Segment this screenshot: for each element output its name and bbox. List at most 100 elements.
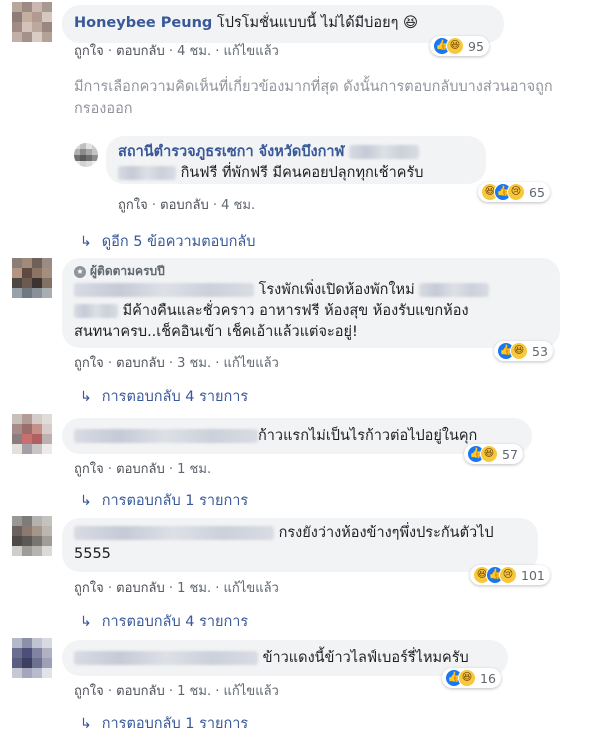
separator: · [168,684,174,699]
timestamp[interactable]: 1 ชม. [177,462,211,477]
replies-link[interactable]: ↳ การตอบกลับ 4 รายการ [80,610,248,633]
comment-bubble: กรงยังว่างห้องข้างๆพึ่งประกันตัวไป 5555 [62,518,538,572]
reaction-summary[interactable]: 😆 👍 😢 101 [470,565,550,585]
comment-text: โปรโมชั่นแบบนี้ ไม่ได้มีบ่อยๆ 😆 [216,15,419,31]
edited-label[interactable]: แก้ไขแล้ว [224,356,279,371]
comment-bubble: ก้าวแรกไม่เป็นไรก้าวต่อไปอยู่ในคุก [62,418,532,454]
comment-bubble: ★ ผู้ติดตามครบปี โรงพักเพิ่งเปิดห้องพักให… [62,258,560,348]
comment-text: กินฟรี ที่พักฟรี มีคนคอยปลุกทุกเช้าครับ [180,165,424,181]
view-more-replies-link[interactable]: ↳ ดูอีก 5 ข้อความตอบกลับ [80,230,255,253]
avatar[interactable] [12,258,52,298]
like-link[interactable]: ถูกใจ [74,356,104,371]
comment-actions: ถูกใจ · ตอบกลับ · 1 ชม. [74,458,211,479]
reply-link[interactable]: ตอบกลับ [116,356,165,371]
like-link[interactable]: ถูกใจ [74,684,104,699]
blurred-name [74,651,258,665]
reply-link[interactable]: ตอบกลับ [116,684,165,699]
timestamp[interactable]: 3 ชม. [177,356,211,371]
view-more-replies-label: ดูอีก 5 ข้อความตอบกลับ [101,234,256,250]
reply-arrow-icon: ↳ [80,715,92,732]
comment-actions: ถูกใจ · ตอบกลับ · 1 ชม. · แก้ไขแล้ว [74,680,279,701]
edited-label[interactable]: แก้ไขแล้ว [224,684,279,699]
like-link[interactable]: ถูกใจ [118,198,148,213]
replies-link[interactable]: ↳ การตอบกลับ 4 รายการ [80,385,248,408]
comment-author[interactable]: Honeybee Peung [74,15,212,31]
reply-link[interactable]: ตอบกลับ [116,44,165,59]
comment-actions: ถูกใจ · ตอบกลับ · 4 ชม. · แก้ไขแล้ว [74,40,279,61]
comment-bubble: สถานีตำรวจภูธรเซกา จังหวัดบึงกาฬ กินฟรี … [106,136,486,184]
comment-text-line-3: สนทนาครบ..เช็คอินเข้า เช็คเอ้าแล้วแต่จะอ… [74,324,358,340]
comment-text: ก้าวแรกไม่เป็นไรก้าวต่อไปอยู่ในคุก [258,428,478,444]
like-link[interactable]: ถูกใจ [74,581,104,596]
haha-reaction-icon: 😆 [446,37,464,55]
haha-reaction-icon: 😆 [458,669,476,687]
like-link[interactable]: ถูกใจ [74,462,104,477]
reply-link[interactable]: ตอบกลับ [116,462,165,477]
comment-actions: ถูกใจ · ตอบกลับ · 3 ชม. · แก้ไขแล้ว [74,352,279,373]
separator: · [168,356,174,371]
separator: · [215,356,220,371]
reaction-count: 95 [468,38,484,54]
blurred-name [74,429,258,443]
reaction-summary[interactable]: 👍 😆 53 [494,341,553,361]
sad-reaction-icon: 😢 [507,183,525,201]
reaction-summary[interactable]: 👍 😆 16 [442,668,501,688]
haha-reaction-icon: 😆 [480,445,498,463]
blurred-mention [419,283,490,297]
comment-author[interactable]: สถานีตำรวจภูธรเซกา จังหวัดบึงกาฬ [118,144,344,160]
reply-link[interactable]: ตอบกลับ [160,198,209,213]
comment-text-line-1: โรงพักเพิ่งเปิดห้องพักใหม่ [258,282,415,298]
reaction-count: 53 [532,343,548,359]
comment-text-line-1: กรงยังว่างห้องข้างๆพึ่งประกันตัวไป [278,525,494,541]
top-fan-badge-icon: ★ [74,265,86,278]
replies-label: การตอบกลับ 1 รายการ [101,716,249,732]
reply-arrow-icon: ↳ [80,492,92,509]
avatar[interactable] [12,414,52,454]
sad-reaction-icon: 😢 [499,566,517,584]
avatar[interactable] [12,516,52,556]
comment-actions: ถูกใจ · ตอบกลับ · 4 ชม. [118,194,255,215]
reaction-count: 57 [502,446,518,462]
separator: · [215,44,220,59]
blurred-mention [118,166,176,180]
reaction-summary[interactable]: 😆 👍 😢 65 [478,182,550,202]
separator: · [107,44,112,59]
reaction-summary[interactable]: 👍 😆 95 [430,36,489,56]
comment-text-line-2: 5555 [74,546,111,562]
blurred-name [74,526,274,540]
separator: · [107,356,112,371]
avatar[interactable] [74,143,98,167]
timestamp[interactable]: 4 ชม. [221,198,255,213]
filter-notice: มีการเลือกความคิดเห็นที่เกี่ยวข้องมากที่… [74,79,553,117]
separator: · [168,44,174,59]
separator: · [107,462,112,477]
top-fan-badge: ผู้ติดตามครบปี [90,264,165,278]
avatar[interactable] [12,2,52,42]
like-link[interactable]: ถูกใจ [74,44,104,59]
reaction-summary[interactable]: 👍 😆 57 [464,444,523,464]
separator: · [168,581,174,596]
blurred-name [74,283,254,297]
replies-label: การตอบกลับ 4 รายการ [101,614,249,630]
reaction-count: 16 [480,670,496,686]
separator: · [168,462,174,477]
timestamp[interactable]: 1 ชม. [177,684,211,699]
comment-actions: ถูกใจ · ตอบกลับ · 1 ชม. · แก้ไขแล้ว [74,577,279,598]
replies-link[interactable]: ↳ การตอบกลับ 1 รายการ [80,489,248,512]
timestamp[interactable]: 1 ชม. [177,581,211,596]
separator: · [151,198,156,213]
edited-label[interactable]: แก้ไขแล้ว [224,44,279,59]
reply-arrow-icon: ↳ [80,233,92,250]
reply-link[interactable]: ตอบกลับ [116,581,165,596]
avatar[interactable] [12,638,52,678]
reply-arrow-icon: ↳ [80,388,92,405]
timestamp[interactable]: 4 ชม. [177,44,211,59]
comment-text: ข้าวแดงนี้ข้าวไลฟ์เบอร์รี่ไหมครับ [262,650,469,666]
haha-reaction-icon: 😆 [510,342,528,360]
edited-label[interactable]: แก้ไขแล้ว [224,581,279,596]
reaction-count: 101 [521,567,545,583]
blurred-name [349,145,420,159]
separator: · [215,581,220,596]
replies-link[interactable]: ↳ การตอบกลับ 1 รายการ [80,712,248,735]
reply-arrow-icon: ↳ [80,613,92,630]
